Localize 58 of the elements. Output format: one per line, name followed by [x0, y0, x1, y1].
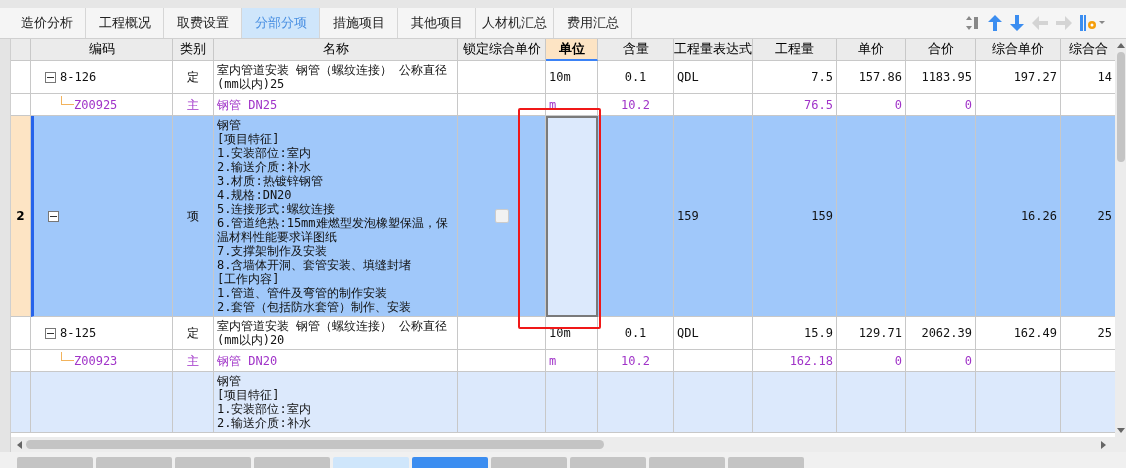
column-header[interactable]: 锁定综合单价 — [458, 39, 546, 61]
code-text: 8-125 — [60, 326, 97, 340]
toolbar-button[interactable] — [1080, 14, 1106, 32]
left-arrow-icon — [1032, 16, 1048, 30]
table-cell: 钢管 [项目特征] 1.安装部位:室内 2.输送介质:补水 — [214, 372, 458, 433]
table-row[interactable]: 2 项 钢管 [项目特征] 1.安装部位:室内 2.输送介质:补水 3.材质:热镀锌钢管 4.规格:DN20 5.连接形式:螺纹连接 6.管道绝热:15mm难燃型发泡橡塑保温，保温材料性能要求详图纸 7.支撑架制作及安装 8.含墙体开洞、套管安装、填缝封堵 [工作内容] 1.管道、管件及弯管的制作安装 2.套管（包括防水套管）制作、安装 159 159 16.26 25 — [11, 116, 1115, 317]
scroll-thumb[interactable] — [1116, 52, 1125, 162]
table-cell — [837, 372, 906, 433]
table-cell — [173, 372, 214, 433]
bottom-tab[interactable] — [728, 457, 804, 468]
table-cell — [906, 372, 976, 433]
row-number: 2 — [11, 116, 31, 317]
vertical-scrollbar[interactable] — [1115, 39, 1126, 437]
down-arrow-icon — [1010, 15, 1024, 31]
bottom-tab[interactable] — [175, 457, 251, 468]
column-header[interactable]: 类别 — [173, 39, 214, 61]
scroll-down-icon[interactable] — [1116, 428, 1125, 433]
bottom-tab[interactable] — [254, 457, 330, 468]
bottom-tab[interactable] — [570, 457, 646, 468]
toolbar-button[interactable] — [966, 15, 980, 31]
column-header[interactable]: 工程量表达式 — [674, 39, 753, 61]
bottom-tab[interactable] — [333, 457, 409, 468]
horizontal-scrollbar[interactable] — [11, 437, 1126, 452]
column-header[interactable]: 编码 — [31, 39, 173, 61]
code-text: Z00925 — [74, 97, 118, 112]
sort-icon — [966, 15, 980, 31]
bottom-tab[interactable] — [96, 457, 172, 468]
settings-icon — [1080, 14, 1106, 32]
toolbar-button[interactable] — [988, 15, 1002, 31]
table-cell — [546, 372, 598, 433]
column-header[interactable]: 单位 — [546, 39, 598, 61]
column-header[interactable]: 合价 — [906, 39, 976, 61]
column-header[interactable]: 含量 — [598, 39, 674, 61]
bottom-tab[interactable] — [17, 457, 93, 468]
column-header[interactable]: 综合合 — [1061, 39, 1115, 61]
column-header[interactable]: 综合单价 — [976, 39, 1061, 61]
column-header[interactable]: 工程量 — [753, 39, 837, 61]
bottom-tab[interactable] — [491, 457, 567, 468]
scroll-thumb[interactable] — [26, 440, 604, 449]
scroll-right-icon[interactable] — [1101, 440, 1106, 449]
toolbar-button[interactable] — [1010, 15, 1024, 31]
right-arrow-icon — [1056, 16, 1072, 30]
scroll-up-icon[interactable] — [1116, 43, 1125, 48]
code-text: Z00923 — [74, 353, 118, 368]
code-text: 8-126 — [60, 70, 97, 84]
collapse-toggle[interactable] — [45, 327, 56, 339]
table-row[interactable]: Z00923 主 钢管 DN20 m 10.2 162.18 0 0 — [11, 350, 1115, 372]
bottom-tab[interactable] — [649, 457, 725, 468]
column-header[interactable]: 名称 — [214, 39, 458, 61]
table-row[interactable]: 钢管 [项目特征] 1.安装部位:室内 2.输送介质:补水 — [11, 372, 1115, 433]
bottom-tab[interactable] — [412, 457, 488, 468]
lock-checkbox[interactable] — [494, 209, 509, 223]
collapse-toggle[interactable] — [48, 210, 59, 222]
scroll-left-icon[interactable] — [17, 440, 22, 449]
column-header[interactable]: 单价 — [837, 39, 906, 61]
collapse-toggle[interactable] — [45, 71, 56, 83]
up-arrow-icon — [988, 15, 1002, 31]
table-row[interactable]: 8-126 定 室内管道安装 钢管（螺纹连接） 公称直径(mm以内)25 10m 0.1 QDL 7.5 157.86 1183.95 197.27 14 — [11, 61, 1115, 94]
